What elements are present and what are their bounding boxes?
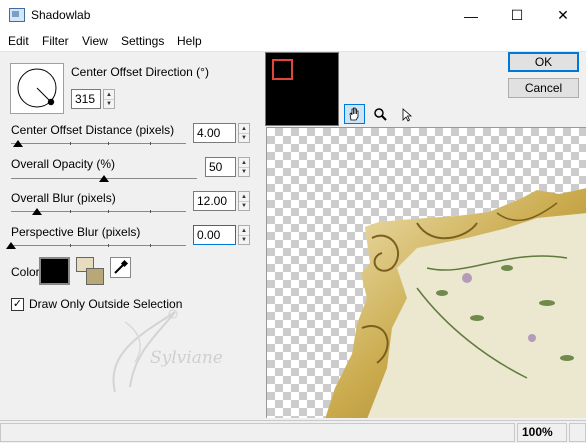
blur-label: Overall Blur (pixels) — [11, 191, 116, 205]
title-bar: Shadowlab — ☐ ✕ — [0, 0, 586, 31]
zoom-icon — [374, 107, 387, 121]
slider-tick — [108, 142, 109, 145]
navigation-preview[interactable] — [265, 52, 339, 126]
status-message — [0, 423, 515, 442]
distance-input[interactable]: 4.00 — [193, 123, 236, 143]
distance-slider-thumb[interactable] — [13, 140, 23, 147]
hand-icon — [349, 107, 359, 120]
slider-tick — [108, 210, 109, 213]
watermark-text: Sylviane — [150, 348, 223, 368]
eyedropper-icon — [114, 259, 129, 274]
app-icon — [9, 8, 25, 22]
menu-help[interactable]: Help — [177, 34, 202, 48]
slider-tick — [150, 244, 151, 247]
close-button[interactable]: ✕ — [540, 0, 586, 31]
size-grip[interactable] — [569, 423, 586, 442]
window-title: Shadowlab — [31, 8, 91, 22]
slider-tick — [70, 244, 71, 247]
perspective-label: Perspective Blur (pixels) — [11, 225, 141, 239]
slider-tick — [70, 210, 71, 213]
check-icon: ✓ — [12, 298, 23, 310]
blur-slider-thumb[interactable] — [32, 208, 43, 215]
perspective-input[interactable]: 0.00 — [193, 225, 236, 245]
perspective-slider[interactable] — [11, 245, 186, 246]
preview-canvas[interactable] — [266, 127, 586, 418]
dial-icon — [17, 68, 57, 108]
close-icon: ✕ — [557, 7, 569, 23]
minimize-icon: — — [464, 7, 478, 24]
menu-filter[interactable]: Filter — [42, 34, 69, 48]
zoom-tool-button[interactable] — [370, 104, 391, 124]
decorated-image — [325, 188, 586, 418]
menu-edit[interactable]: Edit — [8, 34, 29, 48]
arrow-icon — [402, 107, 413, 122]
eyedropper-button[interactable] — [110, 257, 131, 278]
direction-spinner[interactable]: ▲ ▼ — [103, 89, 115, 109]
slider-tick — [70, 142, 71, 145]
blur-input[interactable]: 12.00 — [193, 191, 236, 211]
menu-bar: Edit Filter View Settings Help — [0, 31, 586, 51]
minimize-button[interactable]: — — [448, 0, 494, 31]
distance-label: Center Offset Distance (pixels) — [11, 123, 175, 137]
distance-slider[interactable] — [11, 143, 186, 144]
menu-view[interactable]: View — [82, 34, 108, 48]
zoom-level: 100% — [517, 423, 567, 442]
ok-button[interactable]: OK — [508, 52, 579, 72]
shadow-color-swatch[interactable] — [39, 257, 70, 285]
perspective-spinner[interactable]: ▲ ▼ — [238, 225, 250, 245]
opacity-slider-thumb[interactable] — [99, 175, 109, 182]
slider-tick — [150, 210, 151, 213]
cancel-button[interactable]: Cancel — [508, 78, 579, 98]
pointer-tool-button[interactable] — [396, 104, 417, 124]
blur-spinner[interactable]: ▲ ▼ — [238, 191, 250, 211]
slider-tick — [150, 142, 151, 145]
direction-label: Center Offset Direction (°) — [71, 65, 209, 79]
status-bar: 100% — [0, 420, 586, 443]
opacity-input[interactable]: 50 — [205, 157, 236, 177]
slider-tick — [108, 244, 109, 247]
distance-spinner[interactable]: ▲ ▼ — [238, 123, 250, 143]
direction-input[interactable]: 315 — [71, 89, 101, 109]
opacity-spinner[interactable]: ▲ ▼ — [238, 157, 250, 177]
maximize-button[interactable]: ☐ — [494, 0, 540, 31]
opacity-label: Overall Opacity (%) — [11, 157, 116, 171]
perspective-slider-thumb[interactable] — [6, 242, 16, 249]
preview-viewport-frame[interactable] — [272, 59, 293, 80]
pan-tool-button[interactable] — [344, 104, 365, 124]
color-label: Color — [11, 265, 40, 279]
maximize-icon: ☐ — [510, 7, 524, 23]
foreground-color-swatch[interactable] — [86, 268, 104, 285]
draw-outside-checkbox[interactable]: ✓ — [11, 298, 24, 311]
menu-settings[interactable]: Settings — [121, 34, 164, 48]
direction-dial[interactable] — [10, 63, 64, 114]
